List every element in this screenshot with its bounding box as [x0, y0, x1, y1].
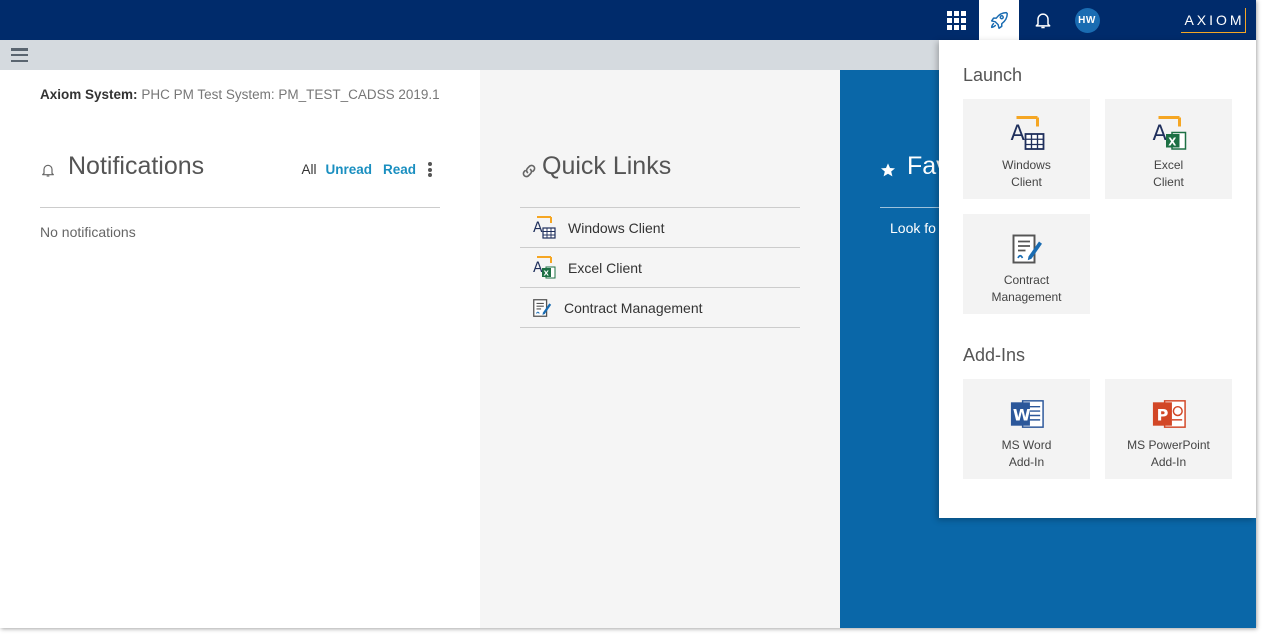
axiom-logo: AXIOM	[1181, 8, 1246, 33]
link-icon	[522, 164, 536, 178]
svg-text:A: A	[533, 260, 543, 276]
quick-links-list: A Windows Client A X Excel Client Contra…	[520, 207, 800, 328]
svg-text:A: A	[533, 220, 543, 236]
quick-link-label: Windows Client	[568, 219, 665, 236]
tile-label-line1: Contract	[1003, 273, 1050, 287]
quick-link-label: Excel Client	[568, 259, 642, 276]
quick-link-windows-client[interactable]: A Windows Client	[520, 208, 800, 248]
notifications-column: Axiom System: PHC PM Test System: PM_TES…	[0, 70, 480, 628]
tile-label-line2: Add-In	[1008, 455, 1045, 469]
excel-client-icon: A X	[530, 255, 558, 281]
tile-label-line2: Management	[991, 290, 1062, 304]
favorites-hint: Look fo	[890, 220, 936, 236]
more-options-icon[interactable]	[428, 162, 432, 177]
tile-label: Contract Management	[963, 272, 1090, 306]
tile-label: Excel Client	[1105, 157, 1232, 191]
user-avatar-button[interactable]: HW	[1072, 0, 1102, 40]
tile-label-line2: Add-In	[1150, 455, 1187, 469]
tile-label: MS Word Add-In	[963, 437, 1090, 471]
quick-links-column: Quick Links A Windows Client A X Excel C…	[480, 70, 840, 628]
notifications-header: Notifications All Unread Read	[40, 152, 440, 208]
svg-text:X: X	[1168, 136, 1176, 148]
svg-text:X: X	[544, 269, 550, 277]
notifications-title: Notifications	[68, 152, 205, 180]
launch-button[interactable]	[979, 0, 1019, 40]
app-frame: HW AXIOM Axiom System: PHC PM Test Syste…	[0, 0, 1256, 628]
launch-heading: Launch	[963, 65, 1023, 85]
word-icon: W	[1008, 395, 1046, 433]
star-icon	[881, 163, 895, 177]
filter-all[interactable]: All	[301, 162, 316, 177]
svg-text:W: W	[1012, 406, 1030, 425]
powerpoint-icon: P	[1150, 395, 1188, 433]
system-label: Axiom System:	[40, 87, 138, 102]
apps-grid-icon	[946, 10, 966, 30]
bell-outline-icon	[42, 164, 54, 177]
quick-link-contract-management[interactable]: Contract Management	[520, 288, 800, 328]
notification-filters: All Unread Read	[301, 162, 432, 177]
filter-read[interactable]: Read	[383, 162, 416, 177]
windows-client-icon: A	[1007, 115, 1047, 153]
tile-label: MS PowerPoint Add-In	[1105, 437, 1232, 471]
top-bar: HW AXIOM	[0, 0, 1256, 40]
tile-label-line2: Client	[1153, 175, 1184, 189]
svg-text:P: P	[1156, 406, 1168, 425]
system-info: Axiom System: PHC PM Test System: PM_TES…	[40, 87, 440, 102]
addin-tile-ms-word[interactable]: W MS Word Add-In	[963, 379, 1090, 479]
hamburger-menu-icon[interactable]	[11, 48, 28, 62]
contract-management-icon	[1009, 230, 1045, 268]
tile-label-line2: Client	[1011, 175, 1042, 189]
notifications-button[interactable]	[1026, 0, 1060, 40]
tile-label-line1: Excel	[1153, 158, 1184, 172]
tile-label-line1: Windows	[1002, 158, 1051, 172]
tile-label: Windows Client	[963, 157, 1090, 191]
bell-icon	[1035, 13, 1051, 29]
apps-button[interactable]	[940, 0, 972, 40]
addins-heading: Add-Ins	[963, 345, 1026, 365]
no-notifications-text: No notifications	[40, 224, 136, 240]
tile-label-line1: MS PowerPoint	[1127, 438, 1210, 452]
launch-tile-excel-client[interactable]: A X Excel Client	[1105, 99, 1232, 199]
quick-link-excel-client[interactable]: A X Excel Client	[520, 248, 800, 288]
addin-tile-ms-powerpoint[interactable]: P MS PowerPoint Add-In	[1105, 379, 1232, 479]
system-value: PHC PM Test System: PM_TEST_CADSS 2019.1	[141, 87, 440, 102]
svg-text:A: A	[1152, 121, 1167, 145]
launch-panel: Launch A Windows Client A X Excel Client…	[939, 40, 1256, 518]
excel-client-icon: A X	[1149, 115, 1189, 153]
quick-links-title: Quick Links	[542, 152, 672, 180]
launch-tile-contract-management[interactable]: Contract Management	[963, 214, 1090, 314]
contract-management-icon	[530, 295, 554, 321]
avatar: HW	[1074, 7, 1100, 33]
svg-text:A: A	[1010, 121, 1025, 145]
tile-label-line1: MS Word	[1001, 438, 1052, 452]
quick-link-label: Contract Management	[564, 299, 703, 316]
rocket-icon	[990, 11, 1008, 29]
windows-client-icon: A	[530, 215, 558, 241]
launch-tile-windows-client[interactable]: A Windows Client	[963, 99, 1090, 199]
filter-unread[interactable]: Unread	[325, 162, 372, 177]
